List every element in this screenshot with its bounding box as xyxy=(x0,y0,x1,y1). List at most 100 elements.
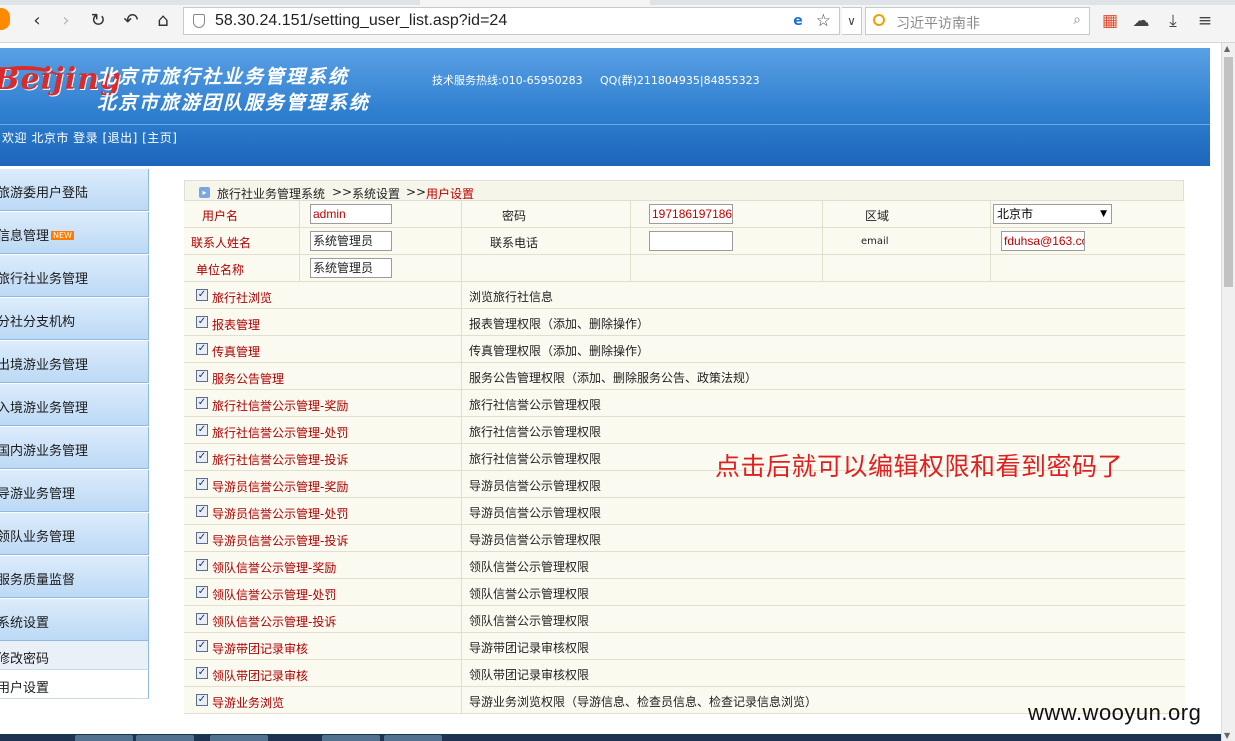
scroll-up-icon[interactable]: ▲ xyxy=(1224,44,1230,53)
undo-icon[interactable]: ↶ xyxy=(120,10,142,32)
sidebar-item-inbound[interactable]: 入境游业务管理 xyxy=(0,384,149,426)
sidebar-item-text: 信息管理 xyxy=(0,229,50,244)
permission-checkbox[interactable]: ✓ xyxy=(196,559,208,571)
permission-name: 旅行社信誉公示管理-奖励 xyxy=(212,399,349,413)
sidebar: 旅游委用户登陆 信息管理 NEW 旅行社业务管理 分社分支机构 出境游业务管理 入… xyxy=(0,169,149,734)
permission-name: 导游员信誉公示管理-投诉 xyxy=(212,534,349,548)
permission-checkbox[interactable]: ✓ xyxy=(196,532,208,544)
permission-name: 服务公告管理 xyxy=(212,372,285,386)
phone-label-cell: 联系电话 xyxy=(461,228,630,255)
permission-checkbox[interactable]: ✓ xyxy=(196,424,208,436)
annotation-text: 点击后就可以编辑权限和看到密码了 xyxy=(715,452,1124,481)
taskbar-button[interactable] xyxy=(384,735,442,741)
forward-icon[interactable]: › xyxy=(55,10,77,32)
url-text[interactable]: 58.30.24.151/setting_user_list.asp?id=24 xyxy=(215,12,507,30)
permission-checkbox[interactable]: ✓ xyxy=(196,640,208,652)
sidebar-item-label: 服务质量监督 xyxy=(0,573,76,588)
phone-label: 联系电话 xyxy=(490,236,539,250)
permission-desc: 领队带团记录审核权限 xyxy=(469,668,590,682)
taskbar-button[interactable] xyxy=(322,735,380,741)
username-label-cell: 用户名 xyxy=(184,201,299,228)
sidebar-item-tourism-login[interactable]: 旅游委用户登陆 xyxy=(0,169,149,211)
sidebar-item-label: 导游业务管理 xyxy=(0,487,76,502)
bookmark-star-icon[interactable]: ☆ xyxy=(816,11,831,31)
email-label-cell: email xyxy=(822,228,990,255)
permission-row: ✓ 旅行社信誉公示管理-奖励 旅行社信誉公示管理权限 xyxy=(184,390,1185,417)
welcome-bar[interactable]: 欢迎 北京市 登录 [退出] [主页] xyxy=(2,129,178,146)
sidebar-item-quality[interactable]: 服务质量监督 xyxy=(0,556,149,598)
password-label-cell: 密码 xyxy=(461,201,630,228)
sidebar-item-branches[interactable]: 分社分支机构 xyxy=(0,298,149,340)
contact-field[interactable]: 系统管理员 xyxy=(310,231,392,251)
permission-desc: 导游员信誉公示管理权限 xyxy=(469,533,602,547)
permission-checkbox[interactable]: ✓ xyxy=(196,397,208,409)
username-field[interactable]: admin xyxy=(310,204,392,224)
permission-checkbox[interactable]: ✓ xyxy=(196,694,208,706)
back-icon[interactable]: ‹ xyxy=(26,10,48,32)
permission-name: 导游带团记录审核 xyxy=(212,642,309,656)
permission-checkbox[interactable]: ✓ xyxy=(196,370,208,382)
unit-field[interactable]: 系统管理员 xyxy=(310,258,392,278)
permission-desc-cell: 导游带团记录审核权限 xyxy=(461,633,1185,660)
permission-name: 领队带团记录审核 xyxy=(212,669,309,683)
breadcrumb-settings[interactable]: 系统设置 xyxy=(352,185,400,202)
permission-desc: 导游业务浏览权限（导游信息、检查员信息、检查记录信息浏览） xyxy=(469,695,818,709)
taskbar-button[interactable] xyxy=(210,735,268,741)
sidebar-item-guide[interactable]: 导游业务管理 xyxy=(0,470,149,512)
sidebar-item-domestic[interactable]: 国内游业务管理 xyxy=(0,427,149,469)
ie-mode-icon[interactable]: e xyxy=(790,13,806,29)
active-tab[interactable] xyxy=(420,0,650,5)
permission-desc-cell: 领队信誉公示管理权限 xyxy=(461,579,1185,606)
password-field[interactable]: 197186197186 xyxy=(649,204,733,224)
form-row-contact: 联系人姓名 系统管理员 联系电话 email fduhsa@163.com xyxy=(184,228,1185,255)
breadcrumb-root[interactable]: 旅行社业务管理系统 xyxy=(217,185,325,202)
vertical-scrollbar[interactable]: ▲ ▼ xyxy=(1221,43,1235,741)
password-label: 密码 xyxy=(502,209,527,223)
taskbar-button[interactable] xyxy=(75,735,133,741)
home-icon[interactable]: ⌂ xyxy=(152,10,174,32)
email-field[interactable]: fduhsa@163.com xyxy=(1001,231,1085,251)
permission-checkbox[interactable]: ✓ xyxy=(196,586,208,598)
permission-desc: 旅行社信誉公示管理权限 xyxy=(469,452,602,466)
search-text[interactable]: 习近平访南非 xyxy=(896,13,980,33)
cloud-icon[interactable]: ☁ xyxy=(1130,10,1152,32)
form-row-account: 用户名 admin 密码 197186197186 区域 北京市 ▼ xyxy=(184,201,1185,228)
permission-checkbox[interactable]: ✓ xyxy=(196,478,208,490)
sidebar-item-info[interactable]: 信息管理 NEW xyxy=(0,212,149,254)
password-input-cell: 197186197186 xyxy=(630,201,822,228)
hotline-text: 技术服务热线:010-65950283 xyxy=(432,74,583,87)
email-label: email xyxy=(861,236,889,247)
permission-checkbox[interactable]: ✓ xyxy=(196,613,208,625)
sidebar-sub-change-password[interactable]: 修改密码 xyxy=(0,641,149,670)
unit-label: 单位名称 xyxy=(196,263,245,277)
sidebar-item-outbound[interactable]: 出境游业务管理 xyxy=(0,341,149,383)
sidebar-item-leader[interactable]: 领队业务管理 xyxy=(0,513,149,555)
address-dropdown-icon[interactable]: ∨ xyxy=(842,7,862,35)
reload-icon[interactable]: ↻ xyxy=(87,10,109,32)
sidebar-item-settings[interactable]: 系统设置 xyxy=(0,599,149,641)
search-icon[interactable]: ⌕ xyxy=(1073,12,1081,28)
sidebar-sub-user-settings[interactable]: 用户设置 xyxy=(0,670,149,699)
scroll-down-icon[interactable]: ▼ xyxy=(1224,731,1230,740)
permission-checkbox[interactable]: ✓ xyxy=(196,343,208,355)
scrollbar-thumb[interactable] xyxy=(1224,57,1233,287)
permission-checkbox[interactable]: ✓ xyxy=(196,667,208,679)
menu-icon[interactable]: ≡ xyxy=(1194,10,1216,32)
permission-desc: 旅行社信誉公示管理权限 xyxy=(469,425,602,439)
permission-checkbox[interactable]: ✓ xyxy=(196,289,208,301)
taskbar-button[interactable] xyxy=(136,735,194,741)
permission-name: 导游员信誉公示管理-奖励 xyxy=(212,480,349,494)
download-icon[interactable]: ⤓ xyxy=(1162,10,1184,32)
apps-grid-icon[interactable]: ▦ xyxy=(1099,10,1121,32)
permission-row: ✓ 传真管理 传真管理权限（添加、删除操作） xyxy=(184,336,1185,363)
sidebar-item-agency[interactable]: 旅行社业务管理 xyxy=(0,255,149,297)
permission-checkbox[interactable]: ✓ xyxy=(196,451,208,463)
permission-checkbox[interactable]: ✓ xyxy=(196,316,208,328)
tab-strip xyxy=(0,0,1235,5)
address-bar[interactable]: 58.30.24.151/setting_user_list.asp?id=24… xyxy=(183,7,840,35)
region-select[interactable]: 北京市 ▼ xyxy=(993,204,1112,224)
permission-checkbox[interactable]: ✓ xyxy=(196,505,208,517)
phone-field[interactable] xyxy=(649,231,733,251)
sidebar-sub-label: 修改密码 xyxy=(0,652,50,667)
search-box[interactable]: 习近平访南非 ⌕ xyxy=(865,7,1090,35)
